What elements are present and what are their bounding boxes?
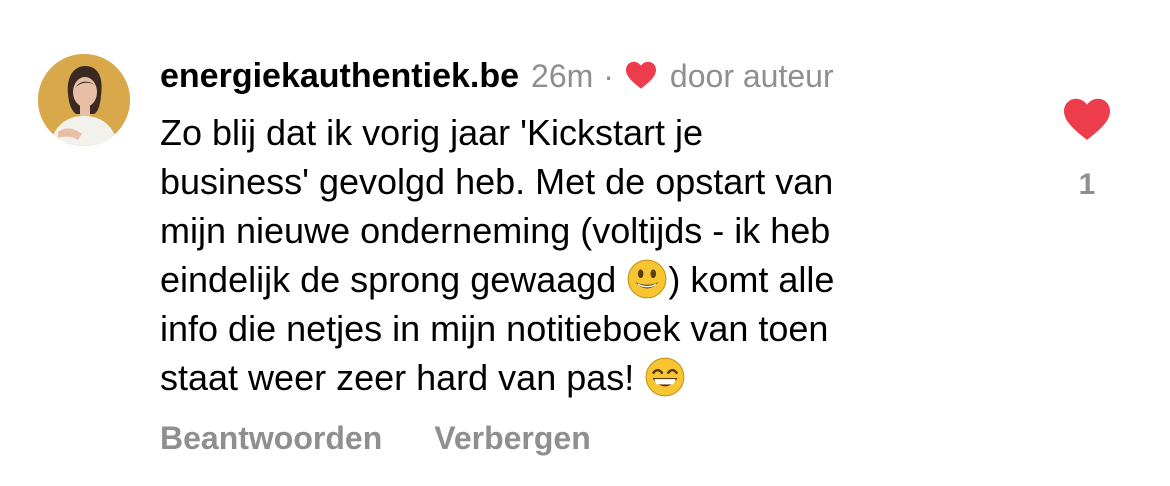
grinning-emoji: [644, 356, 686, 398]
hide-button[interactable]: Verbergen: [434, 420, 591, 457]
meta-separator: ·: [603, 57, 614, 94]
heart-filled-icon[interactable]: [1061, 96, 1113, 142]
reply-button[interactable]: Beantwoorden: [160, 420, 382, 457]
like-count[interactable]: 1: [1062, 168, 1112, 202]
comment-text: info die netjes in mijn notitieboek van …: [160, 308, 829, 349]
comment-line: eindelijk de sprong gewaagd ) komt alle: [160, 255, 1020, 304]
comment-text: business' gevolgd heb. Met de opstart va…: [160, 161, 834, 202]
comment-header: energiekauthentiek.be 26m · door auteur: [160, 52, 834, 100]
comment-text: ) komt alle: [668, 259, 835, 300]
comment-text: Zo blij dat ik vorig jaar 'Kickstart je: [160, 112, 704, 153]
username[interactable]: energiekauthentiek.be: [160, 57, 519, 96]
comment-time: 26m: [531, 57, 594, 94]
comment-line: mijn nieuwe onderneming (voltijds - ik h…: [160, 206, 1020, 255]
smiley-emoji: [626, 258, 668, 300]
avatar-photo: [38, 54, 130, 146]
comment-text: mijn nieuwe onderneming (voltijds - ik h…: [160, 210, 831, 251]
comment-line: Zo blij dat ik vorig jaar 'Kickstart je: [160, 108, 1020, 157]
comment-body: Zo blij dat ik vorig jaar 'Kickstart je …: [160, 108, 1020, 402]
comment-actions: Beantwoorden Verbergen: [160, 420, 643, 457]
author-like-label: door auteur: [669, 57, 834, 94]
profile-avatar[interactable]: [38, 54, 130, 146]
comment-line: business' gevolgd heb. Met de opstart va…: [160, 157, 1020, 206]
comment-line: staat weer zeer hard van pas!: [160, 353, 1020, 402]
comment-line: info die netjes in mijn notitieboek van …: [160, 304, 1020, 353]
author-heart-icon: [624, 60, 658, 92]
comment-text: staat weer zeer hard van pas!: [160, 357, 645, 398]
comment-text: eindelijk de sprong gewaagd: [160, 259, 627, 300]
